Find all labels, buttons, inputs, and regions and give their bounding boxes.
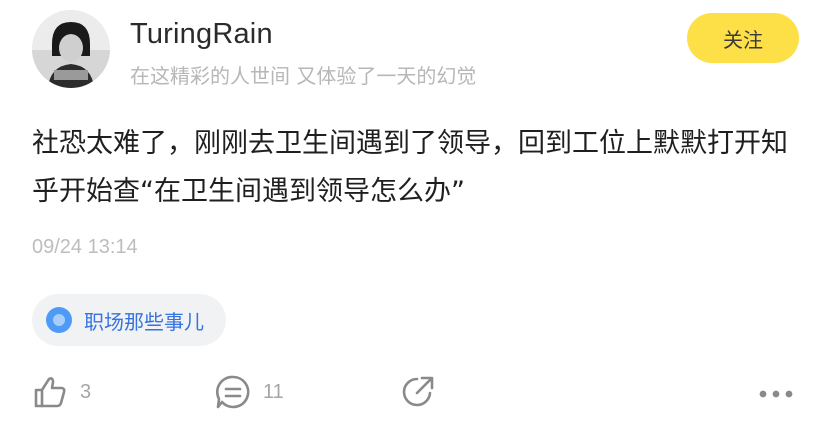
comment-count: 11 xyxy=(263,380,284,403)
post-card: TuringRain 在这精彩的人世间 又体验了一天的幻觉 关注 社恐太难了，刚… xyxy=(0,0,828,444)
thumbs-up-icon xyxy=(34,377,66,408)
comment-icon xyxy=(215,375,250,409)
share-icon xyxy=(402,376,434,407)
comment-button[interactable]: 11 xyxy=(215,370,284,414)
more-button[interactable] xyxy=(756,370,796,414)
post-content: 社恐太难了，刚刚去卫生间遇到了领导，回到工位上默默打开知乎开始查“在卫生间遇到领… xyxy=(32,128,788,207)
topic-tag[interactable]: 职场那些事儿 xyxy=(32,294,226,346)
topic-label: 职场那些事儿 xyxy=(84,309,204,334)
more-icon xyxy=(759,390,793,398)
author-bio: 在这精彩的人世间 又体验了一天的幻觉 xyxy=(130,64,477,88)
like-count: 3 xyxy=(80,380,92,403)
post-timestamp: 09/24 13:14 xyxy=(32,236,138,258)
author-name[interactable]: TuringRain xyxy=(130,18,273,51)
avatar[interactable] xyxy=(32,10,110,88)
avatar-photo xyxy=(32,10,110,88)
like-button[interactable]: 3 xyxy=(32,370,91,414)
topic-icon xyxy=(46,307,72,333)
share-button[interactable] xyxy=(400,370,436,414)
follow-button[interactable]: 关注 xyxy=(687,13,799,63)
